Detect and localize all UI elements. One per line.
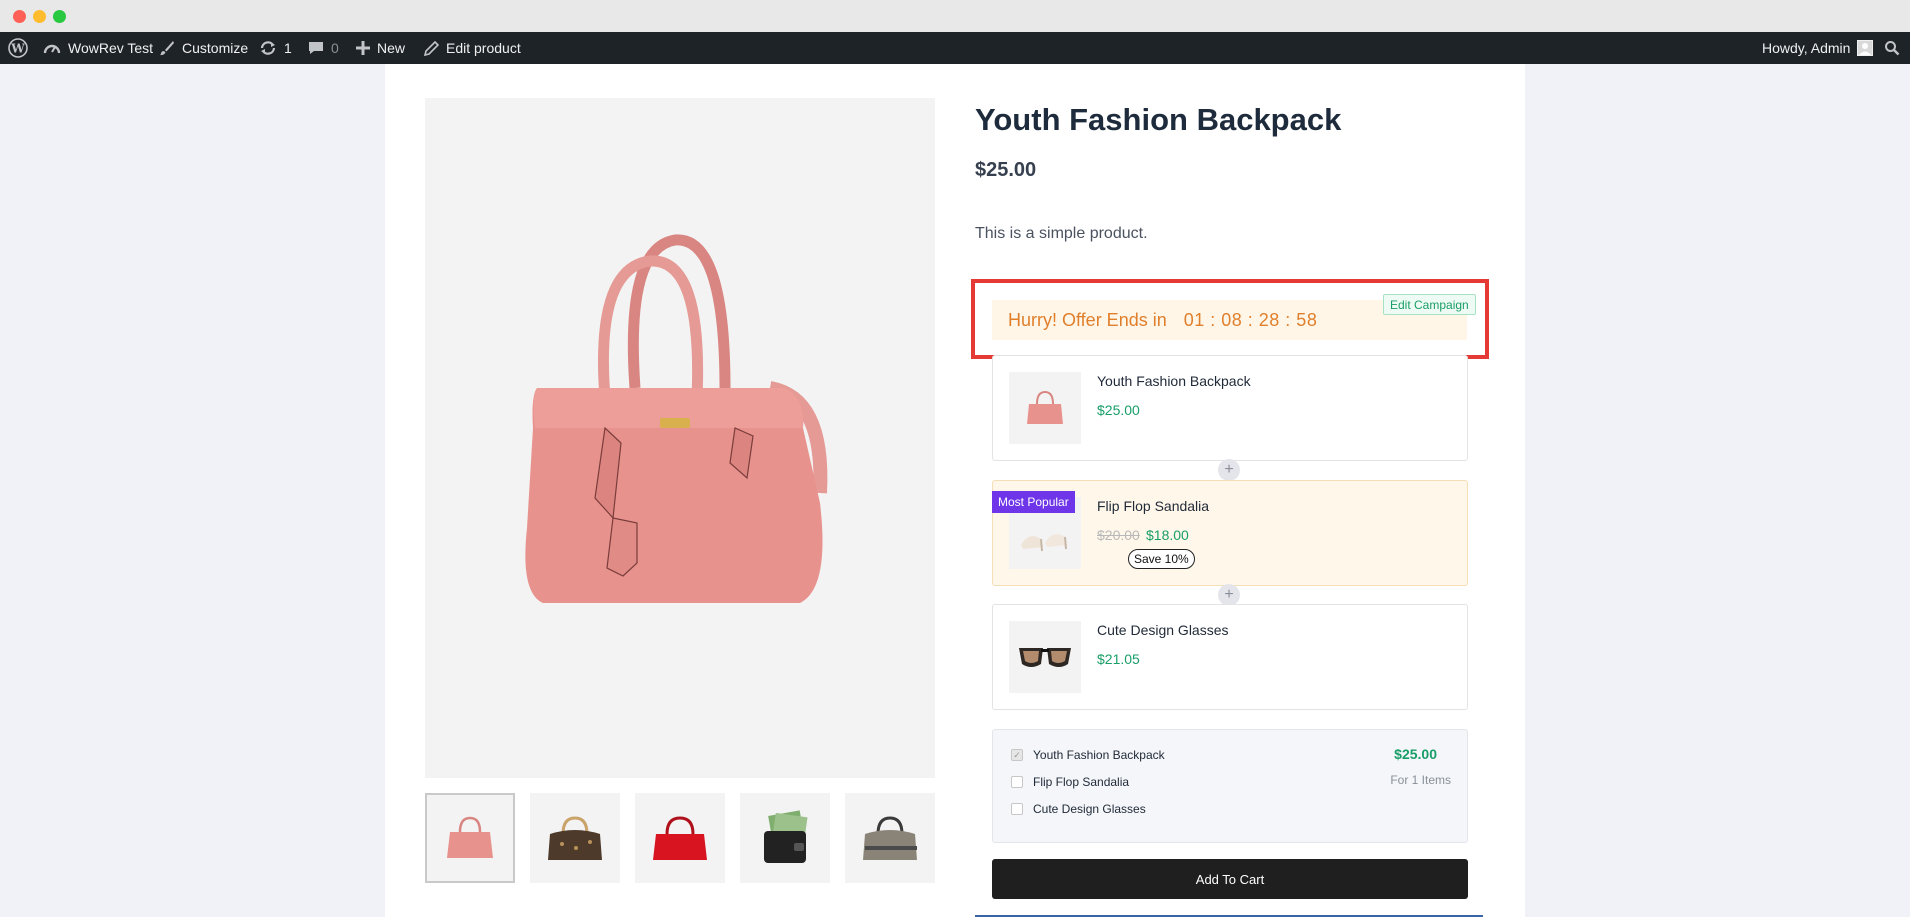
summary-checkbox[interactable] bbox=[1011, 803, 1023, 815]
bundle-plus-icon: + bbox=[1218, 459, 1240, 481]
updates-count: 1 bbox=[284, 40, 292, 56]
close-window-button[interactable] bbox=[13, 10, 26, 23]
site-name-label: WowRev Test bbox=[68, 40, 154, 56]
bundle-item-price: $21.05 bbox=[1097, 651, 1140, 667]
bundle-item-card[interactable]: Cute Design Glasses $21.05 bbox=[992, 604, 1468, 710]
admin-bar: W WowRev Test Customize 1 0 New Edit pro… bbox=[0, 32, 1910, 64]
edit-campaign-button[interactable]: Edit Campaign bbox=[1383, 294, 1476, 315]
most-popular-badge: Most Popular bbox=[992, 491, 1075, 513]
maximize-window-button[interactable] bbox=[53, 10, 66, 23]
wordpress-logo-icon[interactable]: W bbox=[8, 32, 28, 64]
minimize-window-button[interactable] bbox=[33, 10, 46, 23]
bundle-plus-icon: + bbox=[1218, 584, 1240, 606]
summary-row[interactable]: Flip Flop Sandalia bbox=[1011, 775, 1129, 789]
countdown-timer: 01 : 08 : 28 : 58 bbox=[1183, 309, 1318, 330]
customize-label: Customize bbox=[182, 40, 249, 56]
offer-text: Hurry! Offer Ends in bbox=[1008, 309, 1167, 330]
browser-titlebar bbox=[0, 0, 1910, 32]
updates-icon bbox=[259, 40, 277, 56]
summary-item-label: Youth Fashion Backpack bbox=[1033, 748, 1165, 762]
paintbrush-icon bbox=[159, 40, 175, 56]
summary-item-label: Flip Flop Sandalia bbox=[1033, 775, 1130, 789]
edit-product-link[interactable]: Edit product bbox=[424, 32, 521, 64]
my-account-link[interactable]: Howdy, Admin bbox=[1762, 32, 1874, 64]
svg-text:W: W bbox=[10, 42, 25, 56]
bundle-item-name: Flip Flop Sandalia bbox=[1097, 498, 1210, 514]
search-icon[interactable] bbox=[1884, 32, 1900, 64]
comment-icon bbox=[308, 40, 324, 56]
plus-icon bbox=[356, 41, 370, 55]
bundle-item-old-price: $20.00 bbox=[1097, 527, 1140, 543]
site-name-link[interactable]: WowRev Test bbox=[43, 32, 153, 64]
product-price: $25.00 bbox=[975, 159, 1037, 181]
pink-handbag-image bbox=[525, 234, 828, 603]
product-main-image[interactable] bbox=[425, 98, 935, 778]
bundle-item-name: Cute Design Glasses bbox=[1097, 622, 1229, 638]
edit-product-label: Edit product bbox=[446, 40, 521, 56]
save-badge: Save 10% bbox=[1128, 549, 1195, 569]
bundle-item-price: $25.00 bbox=[1097, 402, 1140, 418]
summary-row[interactable]: ✓ Youth Fashion Backpack bbox=[1011, 748, 1165, 762]
updates-link[interactable]: 1 bbox=[259, 32, 292, 64]
summary-item-label: Cute Design Glasses bbox=[1033, 802, 1146, 816]
bundle-item-name: Youth Fashion Backpack bbox=[1097, 373, 1251, 389]
summary-checkbox[interactable]: ✓ bbox=[1011, 749, 1023, 761]
new-label: New bbox=[377, 40, 406, 56]
thumbnail-wallet[interactable] bbox=[740, 793, 830, 883]
thumbnail-red-bag[interactable] bbox=[635, 793, 725, 883]
bundle-item-image bbox=[1009, 372, 1081, 444]
customize-link[interactable]: Customize bbox=[159, 32, 248, 64]
bundle-item-card[interactable]: Youth Fashion Backpack $25.00 bbox=[992, 355, 1468, 461]
thumbnail-gray-bag[interactable] bbox=[845, 793, 935, 883]
summary-checkbox[interactable] bbox=[1011, 776, 1023, 788]
bundle-item-image bbox=[1009, 621, 1081, 693]
comments-link[interactable]: 0 bbox=[308, 32, 339, 64]
avatar bbox=[1857, 40, 1874, 56]
product-description: This is a simple product. bbox=[975, 225, 1148, 242]
pencil-icon bbox=[424, 40, 439, 56]
howdy-label: Howdy, Admin bbox=[1762, 40, 1851, 56]
thumbnail-pink-bag[interactable] bbox=[425, 793, 515, 883]
summary-total-price: $25.00 bbox=[1394, 746, 1437, 762]
product-title: Youth Fashion Backpack bbox=[975, 102, 1342, 137]
add-to-cart-button[interactable]: Add To Cart bbox=[992, 859, 1468, 899]
new-content-link[interactable]: New bbox=[356, 32, 405, 64]
summary-row[interactable]: Cute Design Glasses bbox=[1011, 802, 1146, 816]
dashboard-icon bbox=[43, 41, 61, 55]
comments-count: 0 bbox=[331, 40, 339, 56]
bundle-summary: ✓ Youth Fashion Backpack Flip Flop Sanda… bbox=[992, 729, 1468, 843]
thumbnail-brown-bag[interactable] bbox=[530, 793, 620, 883]
summary-item-count: For 1 Items bbox=[1390, 773, 1451, 787]
bundle-item-card-popular[interactable]: Most Popular Flip Flop Sandalia $20.00 $… bbox=[992, 480, 1468, 586]
bundle-item-price: $18.00 bbox=[1146, 527, 1189, 543]
